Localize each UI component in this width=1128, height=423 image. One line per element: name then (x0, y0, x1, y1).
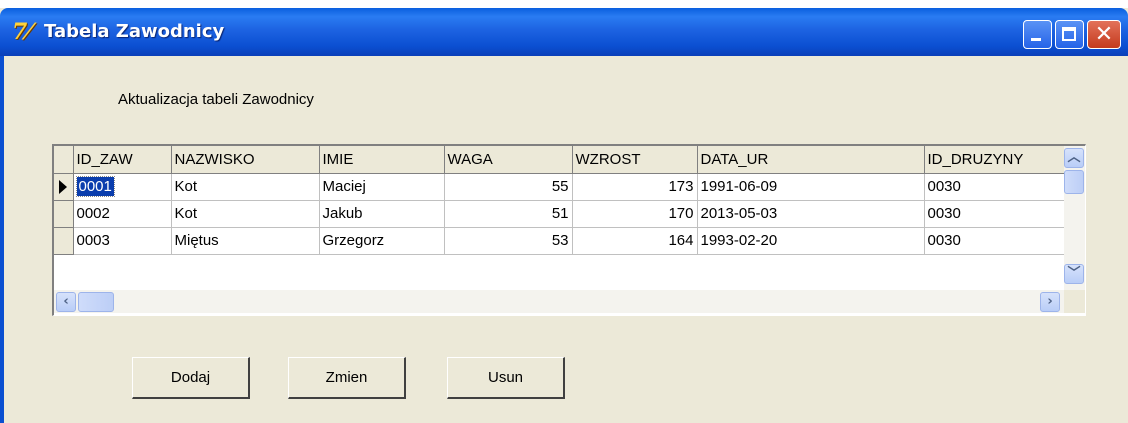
column-header-id-druzyny[interactable]: ID_DRUZYNY (924, 146, 1065, 174)
scroll-left-button[interactable]: ‹ (56, 292, 76, 312)
row-indicator[interactable] (54, 173, 74, 201)
selected-cell-text: 0001 (75, 176, 115, 197)
cell-id-druzyny[interactable]: 0030 (924, 173, 1065, 201)
table-row[interactable]: 0001 Kot Maciej 55 173 1991-06-09 0030 (54, 173, 1065, 201)
cell-data-ur[interactable]: 1991-06-09 (697, 173, 925, 201)
main-window: 7⁄ Tabela Zawodnicy ✕ Aktualizacja tabel… (0, 8, 1128, 423)
cell-imie[interactable]: Grzegorz (319, 227, 445, 255)
cell-id-zaw[interactable]: 0001 (73, 173, 172, 201)
scroll-up-button[interactable]: ︿ (1064, 148, 1084, 168)
cell-nazwisko[interactable]: Kot (171, 173, 320, 201)
cell-waga[interactable]: 55 (444, 173, 573, 201)
delphi-app-icon: 7⁄ (12, 19, 31, 45)
current-row-arrow-icon (59, 180, 67, 195)
horizontal-scroll-thumb[interactable] (78, 292, 114, 312)
cell-nazwisko[interactable]: Miętus (171, 227, 320, 255)
cell-imie[interactable]: Jakub (319, 200, 445, 228)
close-button[interactable]: ✕ (1087, 20, 1121, 49)
cell-id-druzyny[interactable]: 0030 (924, 200, 1065, 228)
column-header-data-ur[interactable]: DATA_UR (697, 146, 925, 174)
maximize-icon (1062, 27, 1076, 41)
cell-id-zaw[interactable]: 0002 (73, 200, 172, 228)
cell-data-ur[interactable]: 1993-02-20 (697, 227, 925, 255)
delete-button[interactable]: Usun (447, 357, 565, 399)
window-border (0, 56, 4, 423)
scroll-down-button[interactable]: ﹀ (1064, 264, 1084, 284)
chevron-right-icon: › (1047, 294, 1053, 309)
cell-waga[interactable]: 53 (444, 227, 573, 255)
cell-imie[interactable]: Maciej (319, 173, 445, 201)
cell-data-ur[interactable]: 2013-05-03 (697, 200, 925, 228)
cell-wzrost[interactable]: 164 (572, 227, 698, 255)
scroll-right-button[interactable]: › (1040, 292, 1060, 312)
title-bar[interactable]: 7⁄ Tabela Zawodnicy ✕ (0, 8, 1128, 56)
chevron-down-icon: ﹀ (1067, 266, 1081, 281)
column-header-waga[interactable]: WAGA (444, 146, 573, 174)
horizontal-scrollbar[interactable]: ‹ › (54, 290, 1085, 313)
column-header-wzrost[interactable]: WZROST (572, 146, 698, 174)
cell-wzrost[interactable]: 170 (572, 200, 698, 228)
column-header-nazwisko[interactable]: NAZWISKO (171, 146, 320, 174)
table-row[interactable]: 0003 Miętus Grzegorz 53 164 1993-02-20 0… (54, 227, 1065, 255)
cell-waga[interactable]: 51 (444, 200, 573, 228)
close-icon: ✕ (1094, 22, 1114, 47)
table-row[interactable]: 0002 Kot Jakub 51 170 2013-05-03 0030 (54, 200, 1065, 228)
maximize-button[interactable] (1055, 20, 1084, 49)
form-caption: Aktualizacja tabeli Zawodnicy (118, 91, 314, 108)
chevron-left-icon: ‹ (63, 294, 69, 309)
chevron-up-icon: ︿ (1067, 150, 1081, 165)
players-table: ID_ZAW NAZWISKO IMIE WAGA WZROST DATA_UR… (54, 146, 1065, 255)
header-row: ID_ZAW NAZWISKO IMIE WAGA WZROST DATA_UR… (54, 146, 1065, 174)
indicator-header (54, 146, 74, 174)
cell-id-druzyny[interactable]: 0030 (924, 227, 1065, 255)
vertical-scroll-thumb[interactable] (1064, 170, 1084, 194)
row-indicator[interactable] (54, 227, 74, 255)
minimize-icon (1031, 38, 1041, 41)
cell-nazwisko[interactable]: Kot (171, 200, 320, 228)
minimize-button[interactable] (1023, 20, 1052, 49)
scrollbar-corner (1064, 290, 1085, 313)
cell-id-zaw[interactable]: 0003 (73, 227, 172, 255)
vertical-scrollbar[interactable]: ︿ ﹀ (1064, 146, 1085, 290)
row-indicator[interactable] (54, 200, 74, 228)
window-title: Tabela Zawodnicy (44, 21, 225, 42)
cell-wzrost[interactable]: 173 (572, 173, 698, 201)
column-header-id-zaw[interactable]: ID_ZAW (73, 146, 172, 174)
column-header-imie[interactable]: IMIE (319, 146, 445, 174)
add-button[interactable]: Dodaj (132, 357, 250, 399)
edit-button[interactable]: Zmien (288, 357, 406, 399)
players-grid[interactable]: ID_ZAW NAZWISKO IMIE WAGA WZROST DATA_UR… (52, 144, 1086, 316)
